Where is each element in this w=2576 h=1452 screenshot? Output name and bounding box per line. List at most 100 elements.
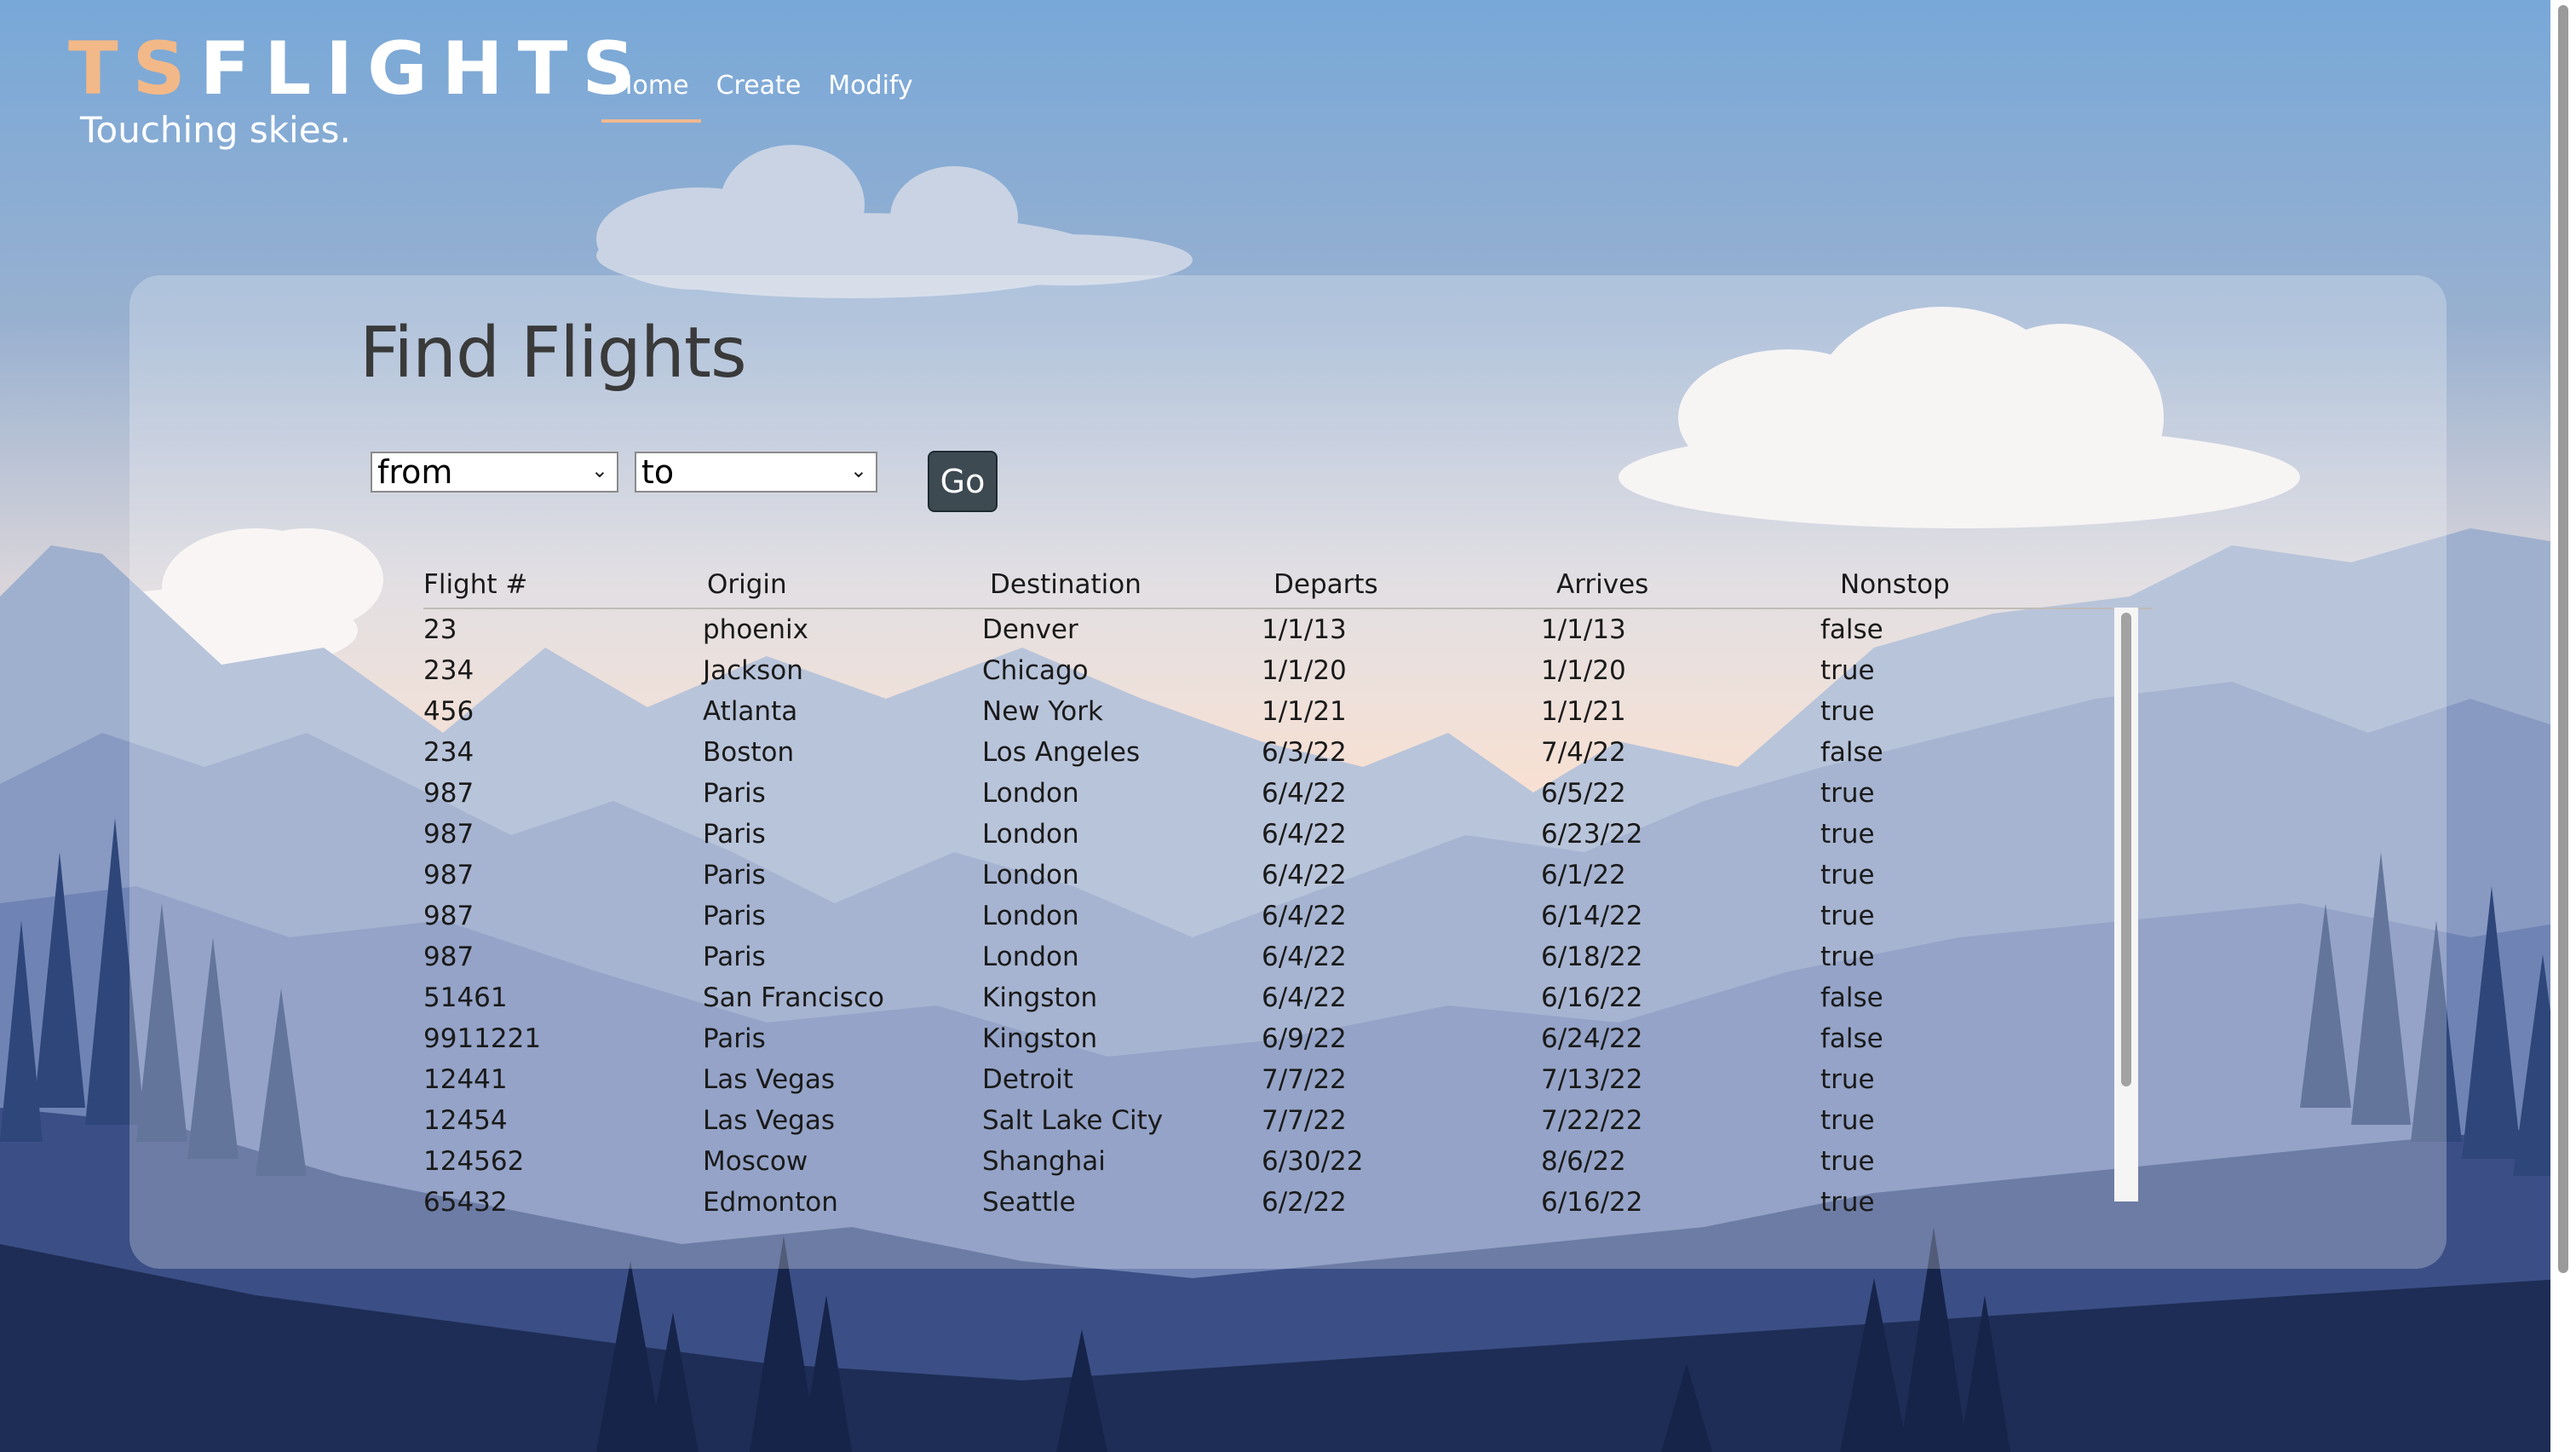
table-row[interactable]: 124562 Moscow Shanghai 6/30/22 8/6/22 true [423,1141,2153,1182]
cell-arrives: 6/14/22 [1541,901,1643,931]
table-row[interactable]: 987 Paris London 6/4/22 6/18/22 true [423,936,2153,977]
cell-destination: London [982,942,1079,972]
table-row[interactable]: 234 Jackson Chicago 1/1/20 1/1/20 true [423,650,2153,691]
cell-origin: phoenix [703,614,808,645]
cell-departs: 6/4/22 [1262,860,1347,890]
cell-departs: 1/1/20 [1262,655,1347,686]
cell-origin: San Francisco [703,982,884,1013]
cell-destination: Denver [982,614,1078,645]
cell-destination: Kingston [982,1023,1098,1054]
cell-origin: Moscow [703,1146,808,1177]
cell-departs: 6/9/22 [1262,1023,1347,1054]
cell-departs: 6/4/22 [1262,942,1347,972]
column-header-nonstop[interactable]: Nonstop [1840,565,1950,604]
cell-flight: 12441 [423,1064,508,1095]
cell-nonstop: true [1820,1146,1875,1177]
table-row[interactable]: 51461 San Francisco Kingston 6/4/22 6/16/22 f… [423,977,2153,1018]
table-row[interactable]: 987 Paris London 6/4/22 6/1/22 true [423,855,2153,896]
cell-destination: New York [982,696,1103,727]
cell-origin: Paris [703,942,766,972]
cell-destination: London [982,778,1079,809]
cell-departs: 6/4/22 [1262,819,1347,850]
column-header-departs[interactable]: Departs [1274,565,1378,604]
cell-arrives: 6/18/22 [1541,942,1643,972]
cell-nonstop: true [1820,1187,1875,1218]
brand-logo[interactable]: TSFLIGHTS Touching skies. [68,32,649,151]
table-row[interactable]: 456 Atlanta New York 1/1/21 1/1/21 true [423,691,2153,732]
table-row[interactable]: 12454 Las Vegas Salt Lake City 7/7/22 7/22/2… [423,1100,2153,1141]
table-row[interactable]: 987 Paris London 6/4/22 6/5/22 true [423,773,2153,814]
find-flights-panel: Find Flights from ⌄ to ⌄ Go Flight # Ori… [129,275,2447,1269]
origin-select-value: from [377,453,453,491]
cell-arrives: 6/23/22 [1541,819,1643,850]
cell-flight: 987 [423,942,474,972]
cell-nonstop: true [1820,901,1875,931]
cell-destination: London [982,860,1079,890]
cell-flight: 51461 [423,982,508,1013]
cell-destination: Salt Lake City [982,1105,1164,1136]
cell-origin: Las Vegas [703,1105,835,1136]
cell-flight: 23 [423,614,457,645]
cell-nonstop: false [1820,614,1883,645]
column-header-destination[interactable]: Destination [990,565,1141,604]
cell-departs: 6/4/22 [1262,901,1347,931]
cell-flight: 234 [423,737,474,768]
nav-create[interactable]: Create [703,66,815,123]
cell-destination: Chicago [982,655,1089,686]
cell-arrives: 7/22/22 [1541,1105,1643,1136]
destination-select-value: to [641,453,675,491]
nav-modify[interactable]: Modify [814,66,926,123]
nav-home[interactable]: Home [600,66,703,123]
cell-flight: 987 [423,901,474,931]
cell-flight: 12454 [423,1105,508,1136]
cell-origin: Boston [703,737,795,768]
table-row[interactable]: 12441 Las Vegas Detroit 7/7/22 7/13/22 true [423,1059,2153,1100]
cell-destination: Seattle [982,1187,1076,1218]
cell-departs: 6/2/22 [1262,1187,1347,1218]
cell-origin: Paris [703,1023,766,1054]
origin-select[interactable]: from ⌄ [371,452,618,493]
cell-nonstop: false [1820,982,1883,1013]
table-row[interactable]: 23 phoenix Denver 1/1/13 1/1/13 false [423,609,2153,650]
cell-nonstop: false [1820,1023,1883,1054]
cell-nonstop: true [1820,1064,1875,1095]
table-scrollbar-thumb[interactable] [2121,613,2131,1086]
column-header-arrives[interactable]: Arrives [1556,565,1648,604]
cell-departs: 1/1/13 [1262,614,1347,645]
cell-origin: Paris [703,860,766,890]
page-scrollbar-thumb[interactable] [2558,5,2568,1273]
destination-select[interactable]: to ⌄ [635,452,877,493]
cell-destination: London [982,819,1079,850]
chevron-down-icon: ⌄ [590,458,608,482]
page-scrollbar[interactable] [2550,0,2576,1452]
table-row[interactable]: 987 Paris London 6/4/22 6/23/22 true [423,814,2153,855]
table-row[interactable]: 987 Paris London 6/4/22 6/14/22 true [423,896,2153,936]
cell-destination: London [982,901,1079,931]
column-header-origin[interactable]: Origin [707,565,787,604]
cell-departs: 6/30/22 [1262,1146,1364,1177]
cell-arrives: 7/13/22 [1541,1064,1643,1095]
table-row[interactable]: 234 Boston Los Angeles 6/3/22 7/4/22 false [423,732,2153,773]
table-row[interactable]: 9911221 Paris Kingston 6/9/22 6/24/22 false [423,1018,2153,1059]
table-row[interactable]: 65432 Edmonton Seattle 6/2/22 6/16/22 true [423,1182,2153,1223]
table-body[interactable]: 23 phoenix Denver 1/1/13 1/1/13 false 234 Jacks… [423,609,2153,1223]
cell-nonstop: true [1820,655,1875,686]
cell-arrives: 7/4/22 [1541,737,1626,768]
table-scrollbar[interactable] [2114,608,2138,1201]
cell-departs: 6/3/22 [1262,737,1347,768]
cell-origin: Jackson [703,655,803,686]
column-header-flight[interactable]: Flight # [423,565,527,604]
cell-departs: 7/7/22 [1262,1105,1347,1136]
cell-arrives: 6/1/22 [1541,860,1626,890]
cell-origin: Paris [703,819,766,850]
cell-destination: Detroit [982,1064,1073,1095]
logo-wordmark: TSFLIGHTS [68,32,649,106]
cell-arrives: 1/1/20 [1541,655,1626,686]
cell-nonstop: true [1820,942,1875,972]
cell-nonstop: true [1820,778,1875,809]
main-nav: Home Create Modify [600,66,927,123]
go-button[interactable]: Go [928,451,998,512]
cell-nonstop: true [1820,819,1875,850]
logo-flights: FLIGHTS [199,26,650,112]
cell-destination: Kingston [982,982,1098,1013]
